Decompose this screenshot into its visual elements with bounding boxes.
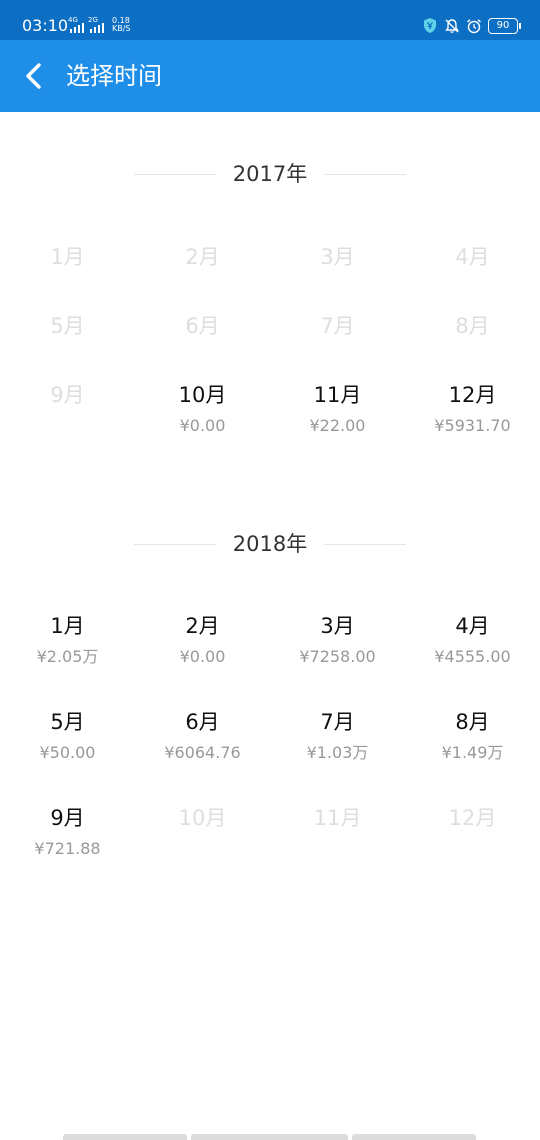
month-amount: ¥50.00 <box>39 743 96 762</box>
month-cell: 7月 <box>270 312 405 340</box>
status-right-icons: 90 <box>422 17 521 34</box>
year-divider-right <box>324 174 406 175</box>
month-cell: 3月 <box>270 243 405 271</box>
sim1-network-type: 4G <box>68 16 78 24</box>
month-cell: 10月 <box>135 804 270 832</box>
month-label: 5月 <box>50 710 85 734</box>
year-divider-right <box>324 544 406 545</box>
month-label: 3月 <box>320 614 355 638</box>
year-label: 2018年 <box>232 532 308 556</box>
month-cell[interactable]: 8月 ¥1.49万 <box>405 708 540 764</box>
month-cell[interactable]: 7月 ¥1.03万 <box>270 708 405 764</box>
month-label: 11月 <box>313 806 362 830</box>
back-arrow-icon[interactable] <box>18 60 50 92</box>
month-label: 6月 <box>185 314 220 338</box>
month-cell: 9月 <box>0 381 135 409</box>
year-header-2017: 2017年 <box>0 154 540 194</box>
month-cell: 12月 <box>405 804 540 832</box>
nav-gesture-bar <box>63 1134 187 1140</box>
month-cell[interactable]: 9月 ¥721.88 <box>0 804 135 860</box>
network-speed-unit: KB/S <box>112 24 131 33</box>
signal-strength-icon-2: 2G <box>88 16 104 33</box>
month-cell: 5月 <box>0 312 135 340</box>
month-label: 7月 <box>320 314 355 338</box>
month-label: 8月 <box>455 710 490 734</box>
month-label: 8月 <box>455 314 490 338</box>
month-amount: ¥5931.70 <box>434 416 511 435</box>
month-amount: ¥22.00 <box>309 416 366 435</box>
signal-strength-icon: 4G <box>68 16 84 33</box>
app-bar: 选择时间 <box>0 40 540 112</box>
status-bar: 03:10 4G 2G 0.18 KB/S 90 <box>0 0 540 40</box>
nav-gesture-bar <box>352 1134 476 1140</box>
year-header-2018: 2018年 <box>0 524 540 564</box>
month-label: 10月 <box>178 383 227 407</box>
status-time: 03:10 <box>22 16 69 35</box>
month-label: 9月 <box>50 383 85 407</box>
month-label: 7月 <box>320 710 355 734</box>
month-label: 10月 <box>178 806 227 830</box>
network-speed: 0.18 KB/S <box>112 17 131 33</box>
month-label: 4月 <box>455 614 490 638</box>
month-label: 2月 <box>185 245 220 269</box>
month-amount: ¥1.49万 <box>441 743 504 762</box>
month-label: 1月 <box>50 614 85 638</box>
month-amount: ¥6064.76 <box>164 743 241 762</box>
month-cell[interactable]: 6月 ¥6064.76 <box>135 708 270 764</box>
month-cell: 4月 <box>405 243 540 271</box>
month-label: 11月 <box>313 383 362 407</box>
month-cell[interactable]: 12月 ¥5931.70 <box>405 381 540 437</box>
month-label: 12月 <box>448 806 497 830</box>
alarm-clock-icon <box>467 18 481 33</box>
month-label: 3月 <box>320 245 355 269</box>
month-cell[interactable]: 1月 ¥2.05万 <box>0 612 135 668</box>
month-label: 5月 <box>50 314 85 338</box>
month-cell: 8月 <box>405 312 540 340</box>
sim2-network-type: 2G <box>88 16 98 24</box>
month-amount: ¥4555.00 <box>434 647 511 666</box>
bell-muted-icon <box>445 18 459 33</box>
battery-level: 90 <box>496 19 510 31</box>
month-amount: ¥7258.00 <box>299 647 376 666</box>
month-label: 4月 <box>455 245 490 269</box>
month-cell[interactable]: 5月 ¥50.00 <box>0 708 135 764</box>
month-cell: 6月 <box>135 312 270 340</box>
page-title: 选择时间 <box>66 62 162 90</box>
battery-icon: 90 <box>488 17 521 34</box>
network-indicators: 4G 2G 0.18 KB/S <box>68 16 131 33</box>
month-label: 6月 <box>185 710 220 734</box>
month-cell: 1月 <box>0 243 135 271</box>
month-amount: ¥0.00 <box>179 647 226 666</box>
month-cell[interactable]: 10月 ¥0.00 <box>135 381 270 437</box>
month-amount: ¥721.88 <box>34 839 101 858</box>
month-cell[interactable]: 4月 ¥4555.00 <box>405 612 540 668</box>
month-label: 12月 <box>448 383 497 407</box>
shield-icon <box>424 18 436 33</box>
month-amount: ¥0.00 <box>179 416 226 435</box>
month-amount: ¥1.03万 <box>306 743 369 762</box>
nav-gesture-bar <box>191 1134 348 1140</box>
month-amount: ¥2.05万 <box>36 647 99 666</box>
month-label: 1月 <box>50 245 85 269</box>
month-cell[interactable]: 2月 ¥0.00 <box>135 612 270 668</box>
month-cell[interactable]: 3月 ¥7258.00 <box>270 612 405 668</box>
month-cell: 2月 <box>135 243 270 271</box>
month-cell: 11月 <box>270 804 405 832</box>
month-label: 2月 <box>185 614 220 638</box>
year-label: 2017年 <box>232 162 308 186</box>
month-label: 9月 <box>50 806 85 830</box>
month-cell[interactable]: 11月 ¥22.00 <box>270 381 405 437</box>
